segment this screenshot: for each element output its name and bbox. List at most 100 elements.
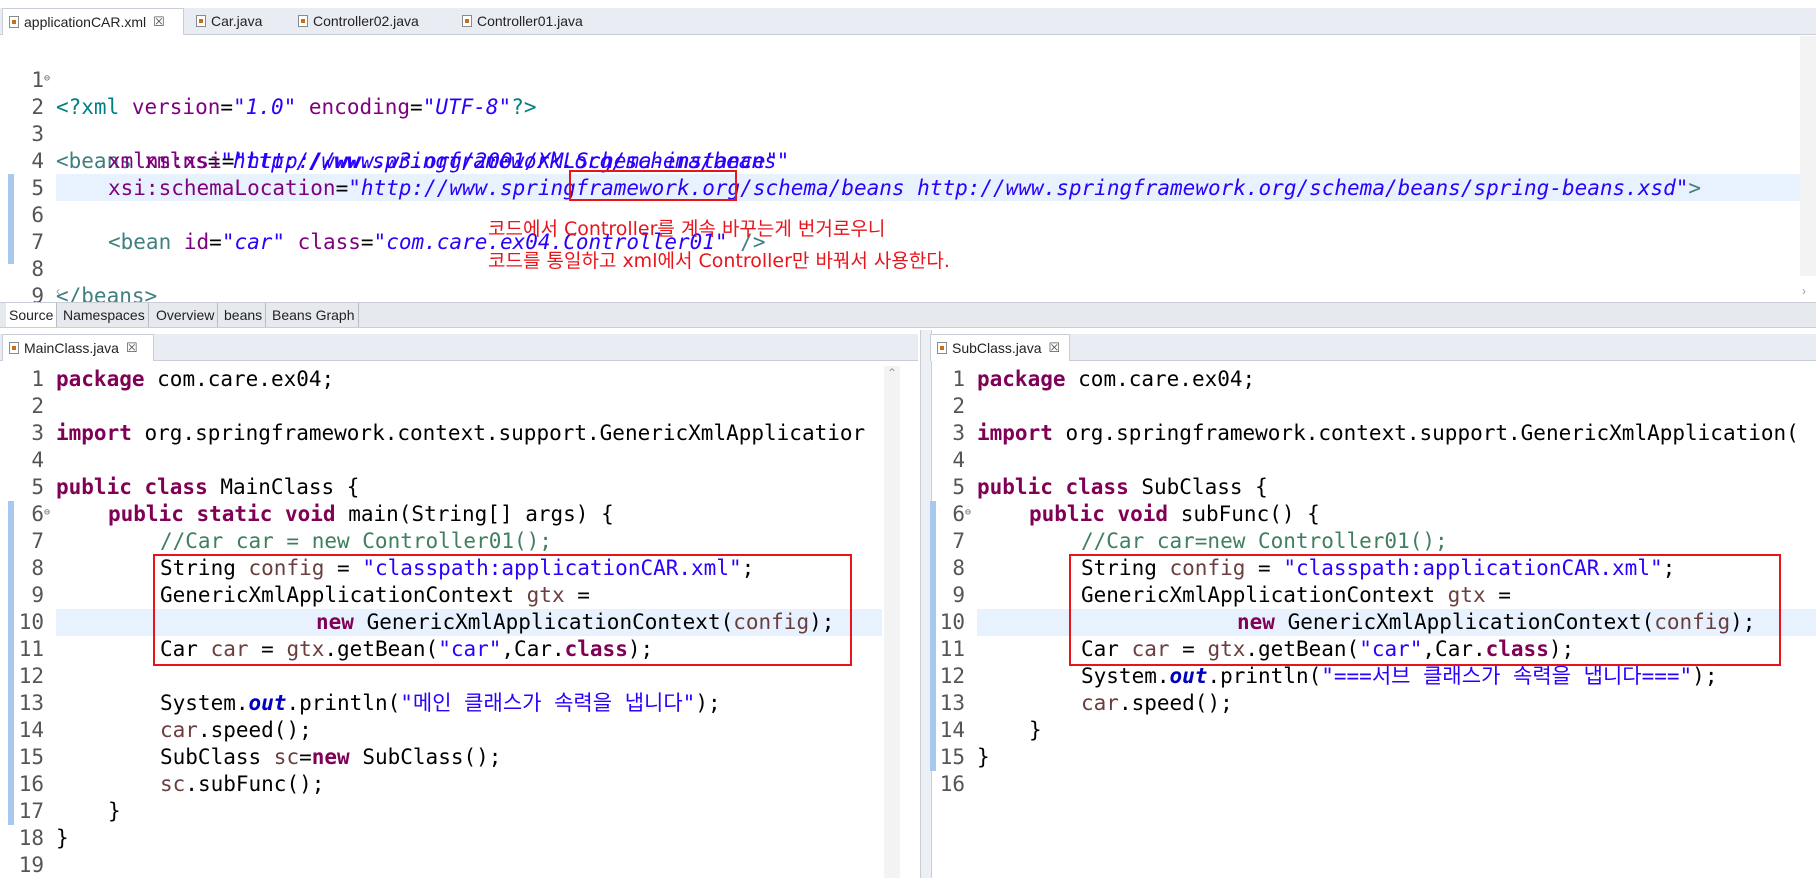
tab-mainclass-java[interactable]: MainClass.java ☒: [2, 334, 154, 361]
close-icon[interactable]: ☒: [153, 14, 165, 30]
code-token: package: [977, 367, 1066, 391]
code-token: );: [1692, 664, 1718, 688]
code-token: subFunc() {: [1168, 502, 1320, 526]
line-number: 3: [31, 421, 44, 445]
annotation-line-1: 코드에서 Controller를 계속 바꾸는게 번거로우니: [488, 218, 886, 240]
tab-controller01-java[interactable]: Controller01.java: [456, 8, 583, 34]
code-token: sc: [160, 772, 186, 796]
tab-label: Controller01.java: [477, 13, 583, 29]
main-class-editor: MainClass.java ☒ ⌃ 1 package com.care.ex0…: [0, 330, 918, 878]
xml-line: 3 xmlns:xsi="http://www.w3.org/2001/XMLS…: [0, 94, 1800, 173]
code-token: SubClass();: [349, 745, 502, 769]
top-tab-bar: applicationCAR.xml ☒ Car.java Controller…: [0, 8, 1816, 35]
tab-subclass-java[interactable]: SubClass.java ☒: [930, 334, 1070, 361]
tab-source[interactable]: Source: [6, 303, 58, 327]
scroll-up-icon[interactable]: ⌃: [887, 366, 897, 380]
line-number: 2: [31, 394, 44, 418]
line-number: 15: [18, 745, 44, 769]
tab-applicationcar-xml[interactable]: applicationCAR.xml ☒: [2, 8, 184, 35]
tab-beans-graph[interactable]: Beans Graph: [269, 303, 359, 327]
tab-car-java[interactable]: Car.java: [190, 8, 262, 34]
line-number: 3: [952, 421, 965, 445]
line-number: 15: [939, 745, 965, 769]
line-number: 11: [18, 637, 44, 661]
horizontal-scrollbar[interactable]: ‹ ›: [56, 284, 1806, 298]
vertical-scrollbar[interactable]: [884, 366, 900, 878]
xml-line: 6 <bean id="car" class="com.care.ex04.Co…: [0, 175, 1800, 254]
code-token: .speed();: [197, 718, 312, 742]
code-token: .println(: [1207, 664, 1322, 688]
code-token: =: [299, 745, 312, 769]
line-number: 7: [952, 529, 965, 553]
line-number: 12: [939, 664, 965, 688]
tab-label: Car.java: [211, 13, 263, 29]
tab-overview[interactable]: Overview: [153, 303, 219, 327]
line-number: 10: [18, 610, 44, 634]
line-number: 5: [952, 475, 965, 499]
tab-label: MainClass.java: [24, 340, 119, 356]
line-number: 8: [31, 556, 44, 580]
line-number: 14: [939, 718, 965, 742]
line-number: 6: [952, 502, 965, 526]
code-token: org.springframework.context.support.Gene…: [1052, 421, 1799, 445]
java-file-icon: [196, 15, 206, 27]
code-token: }: [108, 799, 121, 823]
fold-icon[interactable]: ⊖: [965, 499, 971, 526]
code-token: SubClass {: [1128, 475, 1268, 499]
line-number: 9: [952, 583, 965, 607]
code-token: public class: [977, 475, 1129, 499]
code-token: org.springframework.context.support.Gene…: [131, 421, 866, 445]
code-comment: //Car car = new Controller01();: [160, 529, 552, 553]
xml-file-icon: [9, 16, 19, 28]
line-number: 6: [31, 502, 44, 526]
code-token: .println(: [286, 691, 401, 715]
code-token: System.: [160, 691, 249, 715]
java-file-icon: [462, 15, 472, 27]
line-number: 8: [952, 556, 965, 580]
code-token: public static void: [108, 502, 336, 526]
code-token: import: [56, 421, 132, 445]
scroll-left-icon[interactable]: ‹: [56, 284, 60, 298]
tab-namespaces[interactable]: Namespaces: [60, 303, 149, 327]
xml-editor[interactable]: 1 <?xml version="1.0" encoding="UTF-8"?>…: [0, 36, 1816, 308]
line-number: 1: [31, 367, 44, 391]
context-code-highlight-box: [153, 554, 852, 666]
code-token: }: [1029, 718, 1042, 742]
java-file-icon: [937, 342, 947, 354]
xml-editor-page-tabs: Source Namespaces Overview beans Beans G…: [0, 302, 1816, 328]
code-token: sc: [273, 745, 300, 769]
close-icon[interactable]: ☒: [1049, 340, 1061, 356]
code-token: public void: [1029, 502, 1169, 526]
line-number: 13: [18, 691, 44, 715]
fold-icon[interactable]: ⊖: [44, 499, 50, 526]
close-icon[interactable]: ☒: [126, 340, 138, 356]
fold-icon[interactable]: ⊖: [44, 65, 50, 92]
context-code-highlight-box: [1069, 554, 1781, 666]
code-token: );: [695, 691, 721, 715]
line-number: 12: [18, 664, 44, 688]
line-number: 5: [31, 475, 44, 499]
java-file-icon: [9, 342, 19, 354]
code-token: out: [1169, 664, 1208, 688]
code-token: public class: [56, 475, 208, 499]
vertical-scrollbar[interactable]: [1800, 36, 1816, 276]
code-token: }: [56, 826, 69, 850]
tab-label: SubClass.java: [952, 340, 1042, 356]
controller-highlight-box: [569, 170, 737, 201]
line-number: 9: [31, 583, 44, 607]
left-tab-bar: MainClass.java ☒: [0, 334, 918, 361]
line-number: 16: [18, 772, 44, 796]
code-token: System.: [1081, 664, 1170, 688]
scroll-right-icon[interactable]: ›: [1802, 284, 1806, 298]
code-token: .speed();: [1118, 691, 1233, 715]
right-tab-bar: SubClass.java ☒: [930, 334, 1816, 361]
code-token: car: [160, 718, 198, 742]
tab-beans[interactable]: beans: [221, 303, 267, 327]
code-token: new: [311, 745, 350, 769]
tab-controller02-java[interactable]: Controller02.java: [292, 8, 419, 34]
code-token: car: [1081, 691, 1119, 715]
line-number: 4: [952, 448, 965, 472]
line-number: 4: [31, 448, 44, 472]
code-token: package: [56, 367, 145, 391]
code-token: MainClass {: [207, 475, 360, 499]
